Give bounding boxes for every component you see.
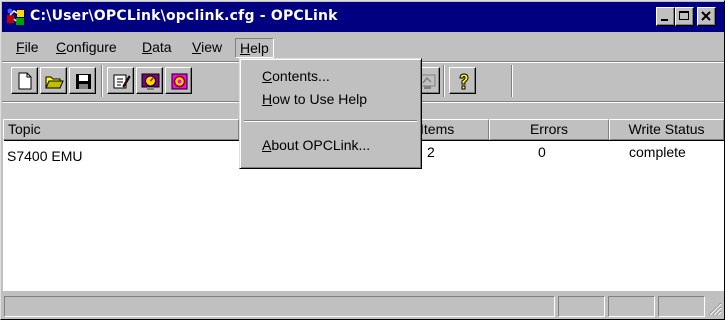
menu-view[interactable]: View: [188, 38, 226, 58]
menu-item-about-opclink[interactable]: About OPCLink...: [262, 135, 370, 155]
help-button[interactable]: [449, 67, 476, 94]
toolbar-separator: [443, 65, 445, 97]
topic-definition-icon: [141, 73, 160, 90]
close-icon: [701, 11, 711, 21]
menu-separator: [244, 120, 417, 122]
cell-items: 2: [427, 144, 435, 160]
column-header-write-status[interactable]: Write Status: [609, 119, 724, 140]
open-folder-icon: [45, 76, 64, 89]
save-button[interactable]: [69, 67, 96, 94]
title-bar[interactable]: C:\User\OPCLink\opclink.cfg - OPCLink: [2, 2, 724, 32]
menu-configure[interactable]: Configure: [52, 38, 121, 58]
menu-data[interactable]: Data: [138, 38, 176, 58]
close-button[interactable]: [697, 7, 716, 26]
minimize-icon: [661, 19, 668, 21]
topic-definition-button[interactable]: [136, 67, 163, 94]
toolbar-separator: [511, 65, 513, 97]
cell-write-status: complete: [629, 144, 686, 160]
minimize-button[interactable]: [656, 7, 675, 26]
open-button[interactable]: [40, 67, 67, 94]
menu-help[interactable]: Help: [235, 38, 274, 58]
edit-button[interactable]: [107, 67, 134, 94]
opclink-window: C:\User\OPCLink\opclink.cfg - OPCLink Fi…: [0, 0, 725, 320]
menu-item-how-to-use-help[interactable]: How to Use Help: [262, 89, 367, 109]
menu-item-contents[interactable]: Contents...: [262, 66, 330, 86]
status-pane: [658, 296, 705, 317]
status-pane-main: [4, 296, 555, 317]
size-grip-icon[interactable]: [708, 302, 722, 316]
data-icon: [171, 73, 188, 90]
new-file-icon: [18, 72, 32, 90]
opclink-app-icon: [7, 8, 24, 25]
toolbar-separator: [101, 65, 103, 97]
help-question-icon: [459, 73, 469, 90]
new-button[interactable]: [11, 67, 38, 94]
status-pane: [608, 296, 655, 317]
menu-file[interactable]: File: [12, 38, 43, 58]
window-title: C:\User\OPCLink\opclink.cfg - OPCLink: [30, 8, 338, 24]
data-button[interactable]: [165, 67, 192, 94]
status-bar: [2, 293, 724, 319]
column-header-topic[interactable]: Topic: [3, 119, 239, 140]
column-header-errors[interactable]: Errors: [489, 119, 609, 140]
maximize-button[interactable]: [675, 7, 694, 26]
edit-document-icon: [113, 74, 131, 89]
status-pane: [558, 296, 605, 317]
cell-topic: S7400 EMU: [7, 148, 83, 164]
menu-bar: File Configure Data View Help: [2, 35, 724, 59]
maximize-icon: [679, 11, 689, 20]
cell-errors: 0: [538, 144, 546, 160]
help-dropdown-menu: Contents... How to Use Help About OPCLin…: [239, 58, 422, 169]
save-disk-icon: [76, 74, 91, 89]
